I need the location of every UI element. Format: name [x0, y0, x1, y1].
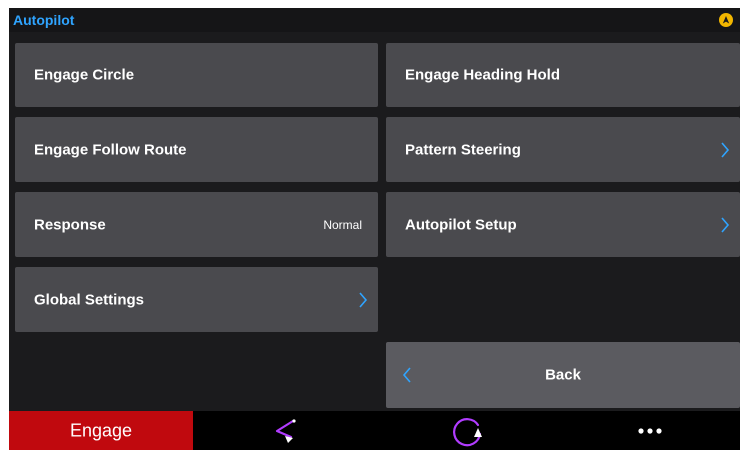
chevron-right-icon	[721, 141, 730, 158]
engage-button[interactable]: Engage	[9, 411, 193, 450]
circle-turn-button[interactable]	[376, 411, 559, 450]
engage-follow-route-button[interactable]: Engage Follow Route	[15, 117, 378, 182]
pattern-steer-icon	[275, 418, 296, 443]
response-value: Normal	[323, 217, 362, 232]
engage-heading-hold-button[interactable]: Engage Heading Hold	[386, 43, 740, 107]
circle-turn-icon	[452, 417, 482, 446]
engage-follow-route-label: Engage Follow Route	[34, 141, 187, 158]
chevron-right-icon	[359, 291, 368, 308]
more-button[interactable]	[559, 411, 740, 450]
autopilot-setup-label: Autopilot Setup	[405, 216, 517, 233]
chevron-right-icon	[721, 216, 730, 233]
engage-heading-hold-label: Engage Heading Hold	[405, 66, 561, 84]
pattern-steering-button[interactable]: Pattern Steering	[386, 117, 740, 182]
pattern-steering-label: Pattern Steering	[405, 141, 521, 158]
autopilot-setup-button[interactable]: Autopilot Setup	[386, 192, 740, 257]
autopilot-screen: Autopilot Engage Circle Engage Heading H…	[9, 8, 740, 450]
pattern-steer-button[interactable]	[193, 411, 376, 450]
autopilot-status-icon	[719, 13, 733, 27]
engage-circle-label: Engage Circle	[34, 66, 135, 84]
global-settings-button[interactable]: Global Settings	[15, 267, 378, 332]
engage-circle-button[interactable]: Engage Circle	[15, 43, 378, 107]
page-title: Autopilot	[13, 12, 75, 28]
back-button[interactable]: Back	[386, 342, 740, 408]
response-button[interactable]: Response Normal	[15, 192, 378, 257]
engage-label: Engage	[69, 420, 133, 440]
response-label: Response	[34, 216, 106, 233]
global-settings-label: Global Settings	[34, 291, 145, 308]
title-bar: Autopilot	[9, 8, 740, 32]
back-label: Back	[545, 366, 581, 384]
more-icon	[637, 427, 662, 434]
bottom-bar: Engage	[9, 411, 740, 450]
